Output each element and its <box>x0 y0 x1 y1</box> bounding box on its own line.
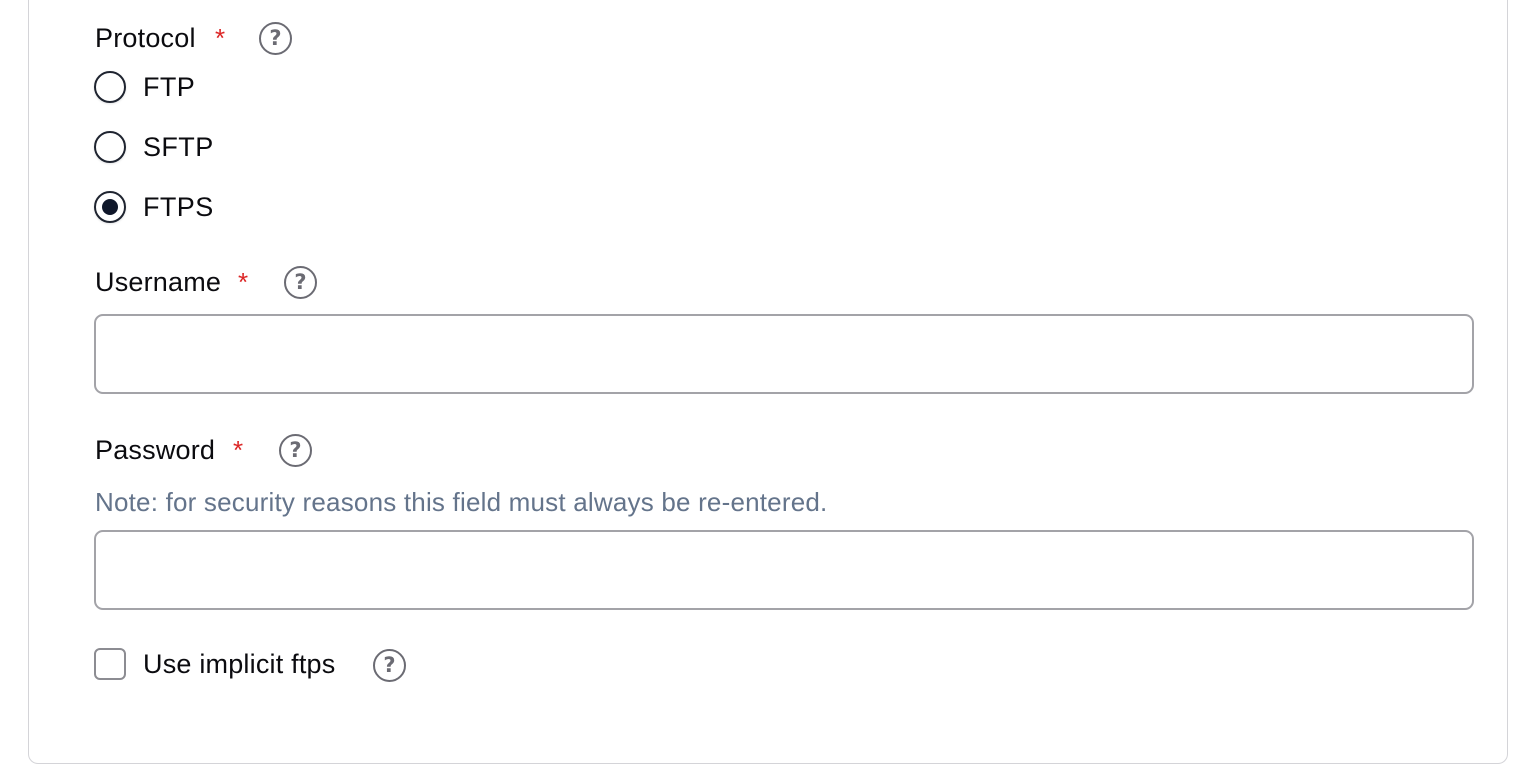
radio-sftp[interactable] <box>94 131 126 163</box>
protocol-required-mark: * <box>215 23 226 53</box>
implicit-ftps-label[interactable]: Use implicit ftps <box>143 647 335 681</box>
password-required-mark: * <box>233 435 244 465</box>
radio-ftps[interactable] <box>94 191 126 223</box>
password-label: Password <box>95 435 216 465</box>
radio-selected-dot <box>102 199 118 215</box>
radio-sftp-label[interactable]: SFTP <box>143 130 214 164</box>
radio-ftp-label[interactable]: FTP <box>143 70 195 104</box>
implicit-ftps-checkbox[interactable] <box>94 648 126 680</box>
question-circle-icon[interactable]: ? <box>259 22 292 55</box>
radio-ftp[interactable] <box>94 71 126 103</box>
password-input[interactable] <box>94 530 1474 610</box>
username-required-mark: * <box>238 267 249 297</box>
radio-ftps-label[interactable]: FTPS <box>143 190 214 224</box>
password-note: Note: for security reasons this field mu… <box>95 487 828 517</box>
question-circle-icon[interactable]: ? <box>284 266 317 299</box>
protocol-label: Protocol <box>95 23 196 53</box>
question-circle-icon[interactable]: ? <box>279 434 312 467</box>
username-input[interactable] <box>94 314 1474 394</box>
username-label: Username <box>95 267 222 297</box>
question-circle-icon[interactable]: ? <box>373 649 406 682</box>
